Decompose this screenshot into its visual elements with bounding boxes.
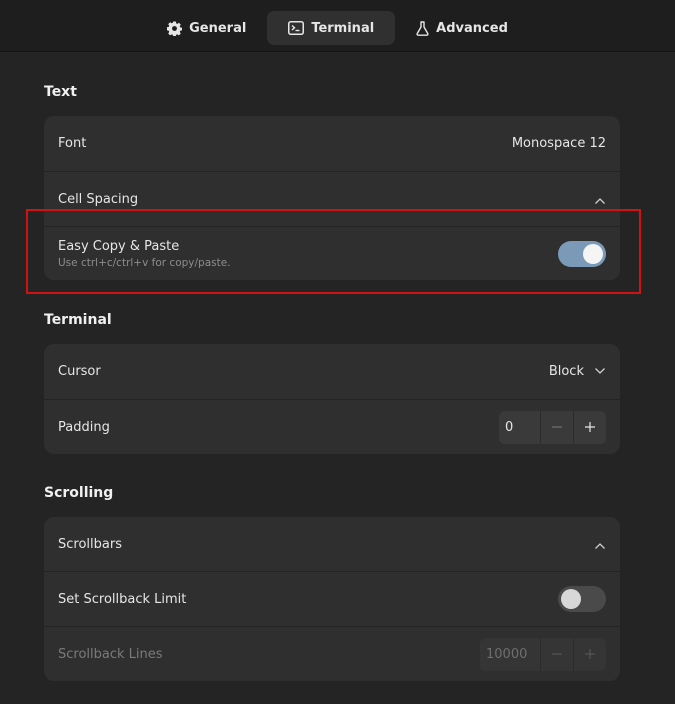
minus-icon bbox=[551, 418, 563, 437]
scrollback-lines-decrement-button bbox=[540, 637, 573, 671]
chevron-up-icon[interactable] bbox=[594, 190, 606, 209]
scrollbars-row[interactable]: Scrollbars bbox=[44, 517, 620, 571]
easy-copy-paste-label: Easy Copy & Paste bbox=[58, 238, 180, 254]
toggle-knob bbox=[561, 589, 581, 609]
cursor-row[interactable]: Cursor Block bbox=[44, 344, 620, 399]
scrollback-lines-input: 10000 bbox=[486, 646, 528, 662]
gear-icon bbox=[167, 20, 183, 36]
easy-copy-paste-row[interactable]: Easy Copy & Paste Use ctrl+c/ctrl+v for … bbox=[44, 226, 620, 280]
section-title-terminal: Terminal bbox=[44, 312, 112, 328]
tab-label: Advanced bbox=[436, 20, 508, 36]
cell-spacing-row[interactable]: Cell Spacing bbox=[44, 171, 620, 226]
cursor-label: Cursor bbox=[58, 364, 101, 379]
tab-label: General bbox=[189, 20, 247, 36]
scrollback-lines-row: Scrollback Lines 10000 bbox=[44, 626, 620, 681]
plus-icon bbox=[584, 645, 596, 664]
chevron-down-icon bbox=[594, 364, 606, 379]
padding-spinbutton: 0 bbox=[499, 410, 606, 444]
scrollback-limit-row[interactable]: Set Scrollback Limit bbox=[44, 571, 620, 626]
scrollback-lines-label: Scrollback Lines bbox=[58, 646, 163, 662]
chevron-up-icon[interactable] bbox=[594, 535, 606, 554]
text-settings-card: Font Monospace 12 Cell Spacing Easy Copy… bbox=[44, 116, 620, 280]
font-row[interactable]: Font Monospace 12 bbox=[44, 116, 620, 171]
scrolling-settings-card: Scrollbars Set Scrollback Limit Scrollba… bbox=[44, 517, 620, 681]
terminal-settings-card: Cursor Block Padding 0 bbox=[44, 344, 620, 454]
padding-row: Padding 0 bbox=[44, 399, 620, 454]
minus-icon bbox=[551, 645, 563, 664]
scrollback-lines-spinbutton: 10000 bbox=[480, 637, 606, 671]
tab-general[interactable]: General bbox=[152, 11, 261, 45]
section-title-text: Text bbox=[44, 84, 77, 100]
font-value[interactable]: Monospace 12 bbox=[512, 136, 606, 151]
easy-copy-paste-sublabel: Use ctrl+c/ctrl+v for copy/paste. bbox=[58, 256, 231, 269]
scrollback-lines-increment-button bbox=[573, 637, 606, 671]
tab-advanced[interactable]: Advanced bbox=[401, 11, 523, 45]
toggle-knob bbox=[583, 243, 603, 264]
tab-bar: General Terminal Advanced bbox=[0, 0, 675, 52]
cell-spacing-label: Cell Spacing bbox=[58, 191, 139, 207]
cursor-value: Block bbox=[548, 364, 584, 379]
terminal-icon bbox=[288, 21, 305, 35]
section-title-scrolling: Scrolling bbox=[44, 485, 114, 501]
scrollbars-label: Scrollbars bbox=[58, 536, 122, 552]
easy-copy-paste-text: Easy Copy & Paste Use ctrl+c/ctrl+v for … bbox=[58, 239, 231, 269]
tab-terminal[interactable]: Terminal bbox=[267, 11, 396, 45]
padding-increment-button[interactable] bbox=[573, 410, 606, 444]
scrollback-limit-label: Set Scrollback Limit bbox=[58, 591, 187, 607]
font-label: Font bbox=[58, 136, 87, 151]
padding-decrement-button[interactable] bbox=[540, 410, 573, 444]
tab-label: Terminal bbox=[311, 20, 375, 36]
padding-label: Padding bbox=[58, 419, 110, 435]
padding-input[interactable]: 0 bbox=[499, 411, 540, 444]
scrollback-limit-toggle[interactable] bbox=[558, 586, 606, 612]
flask-icon bbox=[416, 20, 429, 36]
cursor-dropdown[interactable]: Block bbox=[549, 364, 606, 379]
easy-copy-paste-toggle[interactable] bbox=[558, 240, 606, 267]
plus-icon bbox=[584, 418, 596, 437]
